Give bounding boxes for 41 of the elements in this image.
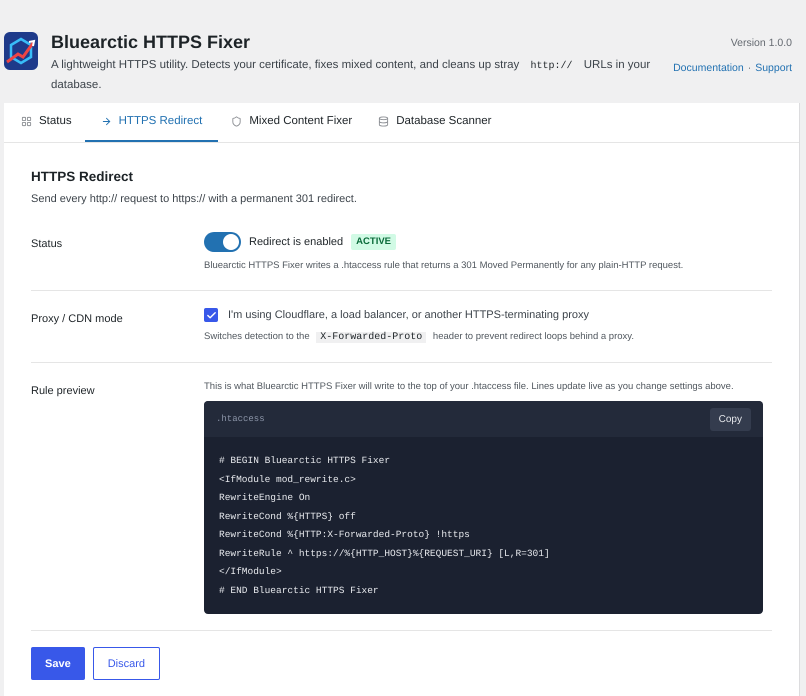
shield-icon [231,116,242,127]
tab[interactable]: Status [8,103,85,142]
save-button[interactable]: Save [31,647,85,680]
database-icon [378,116,390,127]
toggle-switch[interactable] [204,232,241,252]
status-badge: ACTIVE [351,234,396,250]
code-line: # END Bluearctic HTTPS Fixer [219,584,379,598]
code-line: RewriteCond %{HTTPS} off [219,510,356,524]
file-name: .htaccess [216,412,265,426]
grid-icon [21,116,32,127]
tab[interactable]: HTTPS Redirect [84,103,218,142]
code-line: <IfModule mod_rewrite.c> [219,472,356,487]
code-line: </IfModule> [219,565,282,580]
copy-button[interactable]: Copy [710,408,751,431]
version-label: Version 1.0.0 [730,36,792,51]
toggle-label: Redirect is enabled [249,234,344,250]
row-label: Status [31,236,64,252]
checkbox-label: I'm using Cloudflare, a load balancer, or another HTTPS-terminating proxy [228,308,589,323]
code-line: RewriteEngine On [219,491,310,506]
row-label: Rule preview [31,384,96,400]
discard-button[interactable]: Discard [92,647,160,680]
help-text: Bluearctic HTTPS Fixer writes a .htaccess rule that returns a 301 Moved Permanently for any plain-HTTP request. [204,258,684,273]
header-link[interactable]: Support [755,60,792,76]
tab[interactable]: Database Scanner [365,103,504,142]
code-line: RewriteCond %{HTTP:X-Forwarded-Proto} !https [219,528,470,542]
code-line: # BEGIN Bluearctic HTTPS Fixer [219,454,390,468]
link-separator: · [748,60,752,76]
arrow-icon [100,116,112,127]
check-icon [206,310,216,320]
section-title: HTTPS Redirect [31,168,134,186]
help-text: Switches detection to the X-Forwarded-Proto header to prevent redirect loops behind a proxy. [204,330,635,346]
row-label: Proxy / CDN mode [31,312,124,327]
header-link[interactable]: Documentation [673,60,744,76]
app-title: Bluearctic HTTPS Fixer [51,32,252,52]
code-line: RewriteRule ^ https://%{HTTP_HOST}%{REQUEST_URI} [L,R=301] [219,546,550,561]
tab[interactable]: Mixed Content Fixer [218,103,366,142]
checkbox[interactable] [204,308,218,322]
app-description: A lightweight HTTPS utility. Detects your certificate, fixes mixed content, and cleans up stray http:// URLs in your database. [51,58,651,93]
logo-icon [4,32,38,70]
help-text: This is what Bluearctic HTTPS Fixer will write to the top of your .htaccess file. Lines update live as you change settings above. [204,380,735,394]
section-subtitle: Send every http:// request to https:// with a permanent 301 redirect. [31,192,358,208]
